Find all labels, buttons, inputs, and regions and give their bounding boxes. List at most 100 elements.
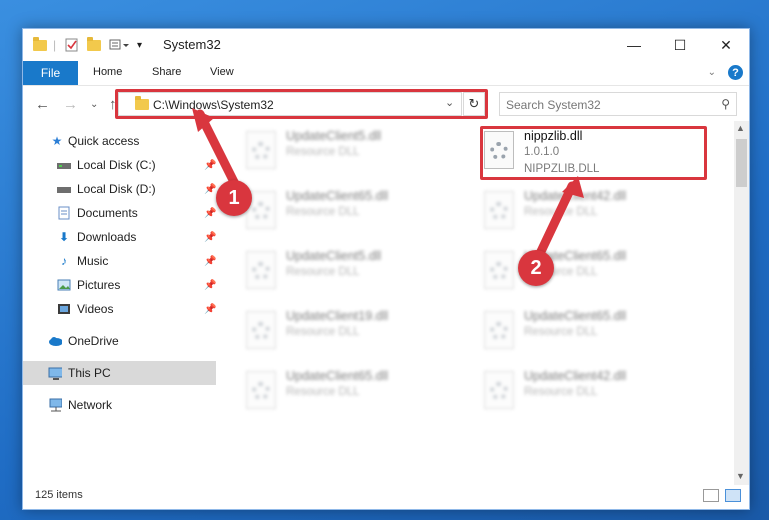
- sidebar-item-onedrive[interactable]: OneDrive: [23, 329, 216, 353]
- pin-icon[interactable]: 📌: [204, 184, 216, 195]
- file-list: UpdateClient5.dll Resource DLL nippzlib.…: [216, 121, 736, 485]
- navigation-pane: ★ Quick access Local Disk (C:) 📌 Local D…: [23, 121, 216, 485]
- recent-locations-button[interactable]: ⌄: [90, 99, 98, 110]
- drive-icon: [57, 182, 71, 196]
- file-name: UpdateClient65.dll: [286, 369, 389, 383]
- tab-view[interactable]: View: [210, 66, 234, 78]
- network-icon: [48, 398, 62, 412]
- file-name: UpdateClient5.dll: [286, 129, 382, 143]
- help-icon[interactable]: ?: [728, 65, 743, 80]
- file-type: Resource DLL: [524, 326, 598, 338]
- cloud-icon: [48, 334, 62, 348]
- scroll-thumb[interactable]: [736, 139, 747, 187]
- sidebar-item-label: Documents: [77, 206, 138, 220]
- expand-ribbon-icon[interactable]: ⌄: [708, 67, 716, 78]
- file-item[interactable]: UpdateClient42.dll Resource DLL: [474, 367, 704, 419]
- sidebar-item-label: OneDrive: [68, 334, 119, 348]
- window-title: System32: [163, 37, 221, 52]
- scroll-down-icon[interactable]: ▼: [736, 471, 745, 481]
- file-highlight-box: [480, 126, 707, 180]
- pin-icon[interactable]: 📌: [204, 160, 216, 171]
- sidebar-item-local-disk-d[interactable]: Local Disk (D:) 📌: [23, 177, 216, 201]
- address-highlight-box: [115, 89, 488, 119]
- file-item[interactable]: UpdateClient19.dll Resource DLL: [236, 307, 466, 359]
- file-item[interactable]: UpdateClient5.dll Resource DLL: [236, 127, 466, 179]
- pin-icon[interactable]: 📌: [204, 256, 216, 267]
- sidebar-item-label: Local Disk (C:): [77, 158, 156, 172]
- search-icon: ⚲: [721, 97, 730, 111]
- pin-icon[interactable]: 📌: [204, 304, 216, 315]
- maximize-button[interactable]: ☐: [657, 29, 703, 61]
- pin-icon[interactable]: 📌: [204, 232, 216, 243]
- dll-file-icon: [246, 251, 276, 289]
- file-item[interactable]: UpdateClient65.dll Resource DLL: [474, 247, 704, 299]
- sidebar-item-quick-access[interactable]: ★ Quick access: [23, 129, 216, 153]
- sidebar-item-videos[interactable]: Videos 📌: [23, 297, 216, 321]
- sidebar-item-label: Local Disk (D:): [77, 182, 156, 196]
- customize-icon[interactable]: [109, 37, 131, 53]
- file-name: UpdateClient19.dll: [286, 309, 389, 323]
- dll-file-icon: [246, 311, 276, 349]
- sidebar-item-label: Network: [68, 398, 113, 412]
- file-item[interactable]: UpdateClient65.dll Resource DLL: [474, 307, 704, 359]
- sidebar-item-label: Pictures: [77, 278, 121, 292]
- file-name: UpdateClient42.dll: [524, 369, 627, 383]
- file-item[interactable]: UpdateClient42.dll Resource DLL: [474, 187, 704, 239]
- file-name: UpdateClient5.dll: [286, 249, 382, 263]
- search-placeholder: Search System32: [506, 98, 601, 112]
- computer-icon: [48, 366, 62, 380]
- tab-file[interactable]: File: [23, 61, 78, 85]
- file-type: Resource DLL: [524, 386, 598, 398]
- new-folder-icon[interactable]: [87, 36, 101, 53]
- ribbon-tabs: File Home Share View ⌄ ?: [23, 61, 749, 85]
- dll-file-icon: [246, 131, 276, 169]
- tab-home[interactable]: Home: [93, 66, 122, 78]
- pin-icon[interactable]: 📌: [204, 280, 216, 291]
- dll-file-icon: [484, 311, 514, 349]
- pictures-icon: [57, 278, 71, 292]
- dll-file-icon: [484, 371, 514, 409]
- vertical-scrollbar[interactable]: ▲ ▼: [734, 121, 749, 485]
- close-button[interactable]: ✕: [703, 29, 749, 61]
- file-item[interactable]: UpdateClient65.dll Resource DLL: [236, 367, 466, 419]
- file-type: Resource DLL: [286, 266, 360, 278]
- chevron-down-icon[interactable]: ▾: [137, 37, 142, 53]
- dll-file-icon: [484, 191, 514, 229]
- sidebar-item-music[interactable]: ♪ Music 📌: [23, 249, 216, 273]
- file-type: Resource DLL: [524, 206, 598, 218]
- sidebar-item-downloads[interactable]: ⬇ Downloads 📌: [23, 225, 216, 249]
- videos-icon: [57, 302, 71, 316]
- dll-file-icon: [484, 251, 514, 289]
- forward-button[interactable]: →: [63, 96, 78, 113]
- dll-file-icon: [246, 371, 276, 409]
- back-button[interactable]: ←: [35, 96, 50, 113]
- sidebar-item-label: Music: [77, 254, 109, 268]
- pin-icon[interactable]: 📌: [204, 208, 216, 219]
- explorer-window: | ▾ System32 — ☐ ✕ File Home Share View …: [22, 28, 750, 510]
- title-bar: | ▾ System32 — ☐ ✕: [23, 29, 749, 61]
- file-name: UpdateClient65.dll: [286, 189, 389, 203]
- sidebar-item-label: Videos: [77, 302, 114, 316]
- sidebar-item-label: Quick access: [68, 134, 140, 148]
- file-name: UpdateClient65.dll: [524, 309, 627, 323]
- file-type: Resource DLL: [286, 146, 360, 158]
- large-icons-view-icon[interactable]: [725, 489, 741, 502]
- sidebar-item-local-disk-c[interactable]: Local Disk (C:) 📌: [23, 153, 216, 177]
- file-type: Resource DLL: [286, 206, 360, 218]
- details-view-icon[interactable]: [703, 489, 719, 502]
- file-type: Resource DLL: [286, 326, 360, 338]
- minimize-button[interactable]: —: [611, 29, 657, 61]
- file-item[interactable]: UpdateClient65.dll Resource DLL: [236, 187, 466, 239]
- sidebar-item-label: Downloads: [77, 230, 137, 244]
- search-input[interactable]: Search System32 ⚲: [499, 92, 737, 116]
- file-item[interactable]: UpdateClient5.dll Resource DLL: [236, 247, 466, 299]
- sidebar-item-documents[interactable]: Documents 📌: [23, 201, 216, 225]
- sidebar-item-network[interactable]: Network: [23, 393, 216, 417]
- address-row: ← → ⌄ ↑ C:\Windows\System32 ⌄ ↻ Search S…: [23, 85, 749, 121]
- sidebar-item-pictures[interactable]: Pictures 📌: [23, 273, 216, 297]
- properties-icon[interactable]: [65, 37, 79, 53]
- item-count: 125 items: [35, 489, 83, 501]
- tab-share[interactable]: Share: [152, 66, 181, 78]
- scroll-up-icon[interactable]: ▲: [736, 123, 745, 133]
- sidebar-item-this-pc[interactable]: This PC: [23, 361, 216, 385]
